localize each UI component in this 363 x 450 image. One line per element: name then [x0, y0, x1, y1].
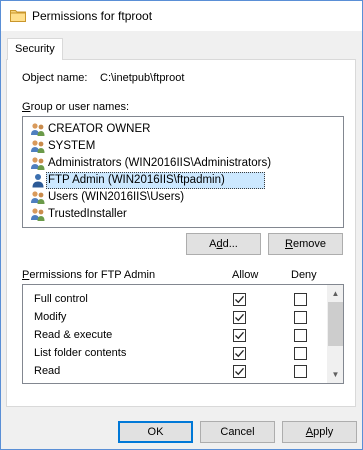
permission-row-full-control: Full control: [23, 290, 323, 308]
users-group-icon: [30, 190, 46, 205]
list-item-label: FTP Admin (WIN2016IIS\ftpadmin): [48, 174, 225, 186]
users-group-icon: [30, 207, 46, 222]
deny-checkbox[interactable]: [294, 347, 307, 360]
deny-checkbox[interactable]: [294, 383, 307, 384]
apply-button[interactable]: Apply: [282, 421, 357, 443]
permission-row-read: Read: [23, 362, 323, 380]
users-group-icon: [30, 139, 46, 154]
deny-checkbox[interactable]: [294, 293, 307, 306]
list-item-users[interactable]: Users (WIN2016IIS\Users): [24, 189, 342, 206]
permission-row-partial: [23, 380, 323, 384]
permissions-label: Permissions for FTP Admin: [22, 269, 156, 281]
deny-checkbox[interactable]: [294, 365, 307, 378]
deny-column-header: Deny: [291, 269, 317, 281]
folder-icon: [10, 9, 26, 22]
allow-checkbox[interactable]: [233, 347, 246, 360]
cancel-button[interactable]: Cancel: [200, 421, 275, 443]
tab-label: Security: [15, 43, 55, 55]
add-button[interactable]: Add...: [186, 233, 261, 255]
permission-name: Read & execute: [34, 329, 113, 341]
permissions-list[interactable]: Full control Modify Read & execute List …: [22, 284, 344, 384]
list-item-label: CREATOR OWNER: [48, 123, 151, 135]
permission-name: List folder contents: [34, 347, 127, 359]
list-item-system[interactable]: SYSTEM: [24, 138, 342, 155]
scroll-down-arrow-icon[interactable]: ▼: [327, 366, 343, 383]
list-item-creator-owner[interactable]: CREATOR OWNER: [24, 121, 342, 138]
permission-row-list-folder-contents: List folder contents: [23, 344, 323, 362]
deny-checkbox[interactable]: [294, 311, 307, 324]
user-icon: [30, 173, 46, 188]
remove-button[interactable]: Remove: [268, 233, 343, 255]
tab-security[interactable]: Security: [7, 38, 63, 60]
permission-row-modify: Modify: [23, 308, 323, 326]
permission-name: Read: [34, 365, 61, 377]
list-item-label: Users (WIN2016IIS\Users): [48, 191, 185, 203]
list-item-ftp-admin[interactable]: FTP Admin (WIN2016IIS\ftpadmin): [24, 172, 342, 189]
permission-name: Modify: [34, 311, 67, 323]
list-item-label: SYSTEM: [48, 140, 96, 152]
allow-checkbox[interactable]: [233, 311, 246, 324]
permission-name: Full control: [34, 293, 88, 305]
group-names-label: Group or user names:: [22, 101, 129, 113]
ok-button[interactable]: OK: [118, 421, 193, 443]
list-item-trusted-installer[interactable]: TrustedInstaller: [24, 206, 342, 223]
permission-row-read-execute: Read & execute: [23, 326, 323, 344]
scrollbar-thumb[interactable]: [328, 302, 343, 346]
scroll-up-arrow-icon[interactable]: ▲: [327, 285, 343, 302]
object-name-label: Object name:: [22, 72, 88, 84]
allow-checkbox[interactable]: [233, 329, 246, 342]
permissions-dialog: Permissions for ftproot Security Object …: [0, 0, 363, 450]
allow-checkbox[interactable]: [233, 383, 246, 384]
object-name-value: C:\inetpub\ftproot: [100, 72, 185, 84]
permissions-scrollbar[interactable]: ▲ ▼: [327, 285, 343, 383]
list-item-label: Administrators (WIN2016IIS\Administrator…: [48, 157, 272, 169]
deny-checkbox[interactable]: [294, 329, 307, 342]
title-bar[interactable]: Permissions for ftproot: [1, 1, 362, 31]
window-title: Permissions for ftproot: [32, 9, 153, 23]
allow-column-header: Allow: [232, 269, 259, 281]
users-group-icon: [30, 122, 46, 137]
group-user-list[interactable]: CREATOR OWNER SYSTEM Administrators (WIN…: [22, 116, 344, 228]
users-group-icon: [30, 156, 46, 171]
allow-checkbox[interactable]: [233, 365, 246, 378]
allow-checkbox[interactable]: [233, 293, 246, 306]
list-item-label: TrustedInstaller: [48, 208, 127, 220]
list-item-administrators[interactable]: Administrators (WIN2016IIS\Administrator…: [24, 155, 342, 172]
